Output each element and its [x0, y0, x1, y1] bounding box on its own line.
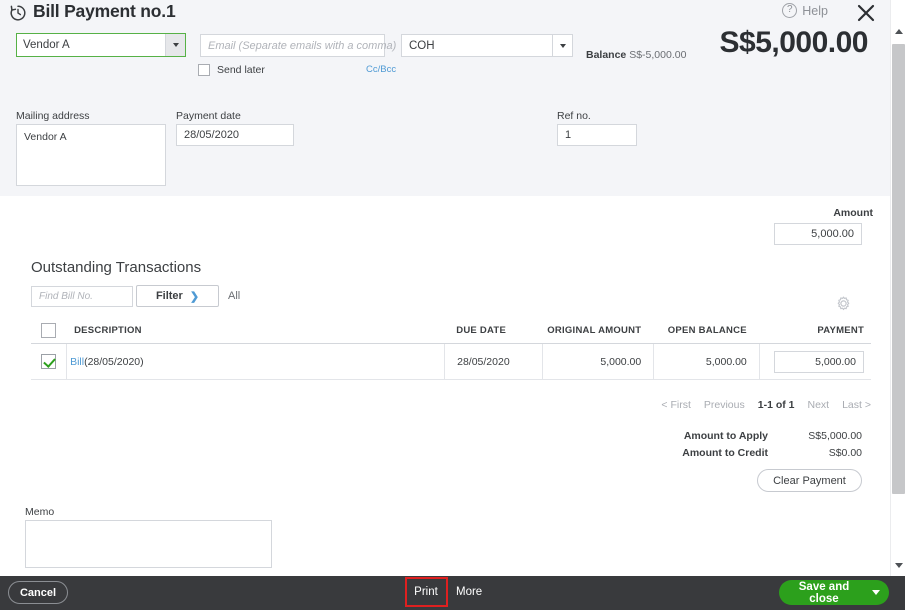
amount-to-credit-label: Amount to Credit	[682, 447, 768, 459]
cell-description: Bill (28/05/2020)	[66, 344, 444, 379]
vendor-select[interactable]: Vendor A	[16, 33, 186, 57]
vendor-value: Vendor A	[23, 39, 70, 51]
chevron-down-icon[interactable]	[863, 590, 889, 595]
scrollbar-thumb[interactable]	[892, 44, 905, 494]
payment-input[interactable]: 5,000.00	[773, 350, 864, 373]
vertical-scrollbar[interactable]	[890, 0, 905, 576]
mailing-address-textarea[interactable]: Vendor A	[16, 124, 166, 186]
checkbox-checked-icon	[41, 354, 57, 369]
filter-label: Filter	[155, 290, 183, 302]
amount-to-apply-value: S$5,000.00	[808, 430, 862, 442]
checkbox-icon	[198, 64, 210, 76]
more-button[interactable]: More	[456, 580, 482, 604]
question-mark-icon: ?	[782, 3, 798, 18]
amount-input[interactable]: 5,000.00	[774, 223, 862, 245]
column-header-original-amount: ORIGINAL AMOUNT	[547, 325, 642, 336]
table-header-row: DESCRIPTION DUE DATE ORIGINAL AMOUNT OPE…	[31, 318, 871, 344]
dialog-header: Bill Payment no.1 ? Help Vendor A Email …	[0, 0, 890, 196]
email-input[interactable]: Email (Separate emails with a comma)	[200, 34, 396, 57]
pagination-next[interactable]: Next	[808, 399, 830, 411]
total-amount-display: S$5,000.00	[719, 26, 869, 59]
cc-bcc-link[interactable]: Cc/Bcc	[366, 64, 396, 75]
cancel-button[interactable]: Cancel	[8, 581, 68, 604]
ref-no-label: Ref no.	[557, 110, 591, 122]
pagination-last[interactable]: Last >	[842, 399, 871, 411]
all-filter-label[interactable]: All	[228, 290, 240, 302]
payment-account-select[interactable]: COH	[401, 34, 573, 57]
bill-date-text: (28/05/2020)	[84, 355, 144, 368]
amount-label: Amount	[833, 207, 873, 219]
save-and-close-button[interactable]: Save and close	[779, 580, 889, 605]
save-and-close-label: Save and close	[798, 580, 850, 605]
account-chevron-down-icon[interactable]	[552, 35, 572, 56]
page-title: Bill Payment no.1	[33, 1, 176, 21]
balance-label: Balance	[586, 49, 627, 61]
send-later-checkbox[interactable]: Send later	[198, 64, 265, 76]
memo-textarea[interactable]	[25, 520, 272, 568]
payment-date-label: Payment date	[176, 110, 241, 122]
column-header-payment: PAYMENT	[817, 325, 864, 336]
outstanding-transactions-title: Outstanding Transactions	[31, 259, 202, 276]
bill-payment-dialog: Bill Payment no.1 ? Help Vendor A Email …	[0, 0, 905, 610]
pagination-first[interactable]: < First	[661, 399, 690, 411]
cell-open-balance: 5,000.00	[653, 344, 759, 379]
cell-payment: 5,000.00	[758, 344, 871, 379]
amount-to-credit-row: Amount to Credit S$0.00	[640, 447, 862, 459]
close-x-icon[interactable]	[854, 1, 878, 25]
email-placeholder: Email (Separate emails with a comma)	[208, 39, 397, 52]
cell-due-date: 28/05/2020	[444, 344, 542, 379]
ref-no-input[interactable]: 1	[557, 124, 637, 146]
pagination: < First Previous 1-1 of 1 Next Last >	[661, 399, 871, 411]
pagination-previous[interactable]: Previous	[704, 399, 745, 411]
filter-button[interactable]: Filter ❯	[136, 285, 219, 307]
row-select-checkbox[interactable]	[31, 354, 66, 369]
mailing-address-label: Mailing address	[16, 110, 90, 122]
vendor-chevron-down-icon[interactable]	[165, 34, 185, 56]
send-later-label: Send later	[217, 64, 265, 76]
find-bill-input[interactable]: Find Bill No.	[31, 286, 133, 307]
clear-payment-button[interactable]: Clear Payment	[757, 469, 862, 492]
amount-to-apply-row: Amount to Apply S$5,000.00	[640, 430, 862, 442]
select-all-checkbox[interactable]	[31, 323, 66, 338]
dialog-footer: Cancel Print More Save and close	[0, 576, 905, 610]
chevron-right-icon: ❯	[189, 290, 200, 303]
amount-to-credit-value: S$0.00	[828, 447, 862, 459]
help-button[interactable]: ? Help	[782, 3, 828, 18]
column-header-description: DESCRIPTION	[74, 325, 142, 336]
gear-icon[interactable]	[836, 296, 851, 311]
payment-account-value: COH	[409, 39, 435, 52]
payment-date-input[interactable]: 28/05/2020	[176, 124, 294, 146]
amount-to-apply-label: Amount to Apply	[683, 430, 768, 442]
table-row: Bill (28/05/2020) 28/05/2020 5,000.00 5,…	[31, 344, 871, 380]
scroll-down-arrow-icon[interactable]	[891, 558, 905, 573]
print-button[interactable]: Print	[406, 580, 446, 604]
balance-value: S$-5,000.00	[629, 49, 687, 61]
outstanding-transactions-table: DESCRIPTION DUE DATE ORIGINAL AMOUNT OPE…	[31, 318, 871, 380]
bill-link[interactable]: Bill	[70, 356, 84, 368]
checkbox-icon	[41, 323, 57, 338]
memo-label: Memo	[25, 506, 55, 518]
scroll-up-arrow-icon[interactable]	[891, 24, 905, 39]
balance-display: Balance S$-5,000.00	[586, 49, 686, 61]
column-header-due-date: DUE DATE	[456, 325, 507, 336]
cell-original-amount: 5,000.00	[541, 344, 653, 379]
pagination-range: 1-1 of 1	[757, 399, 795, 411]
column-header-open-balance: OPEN BALANCE	[667, 325, 747, 336]
help-label: Help	[802, 3, 828, 18]
history-clock-icon[interactable]	[8, 3, 28, 23]
